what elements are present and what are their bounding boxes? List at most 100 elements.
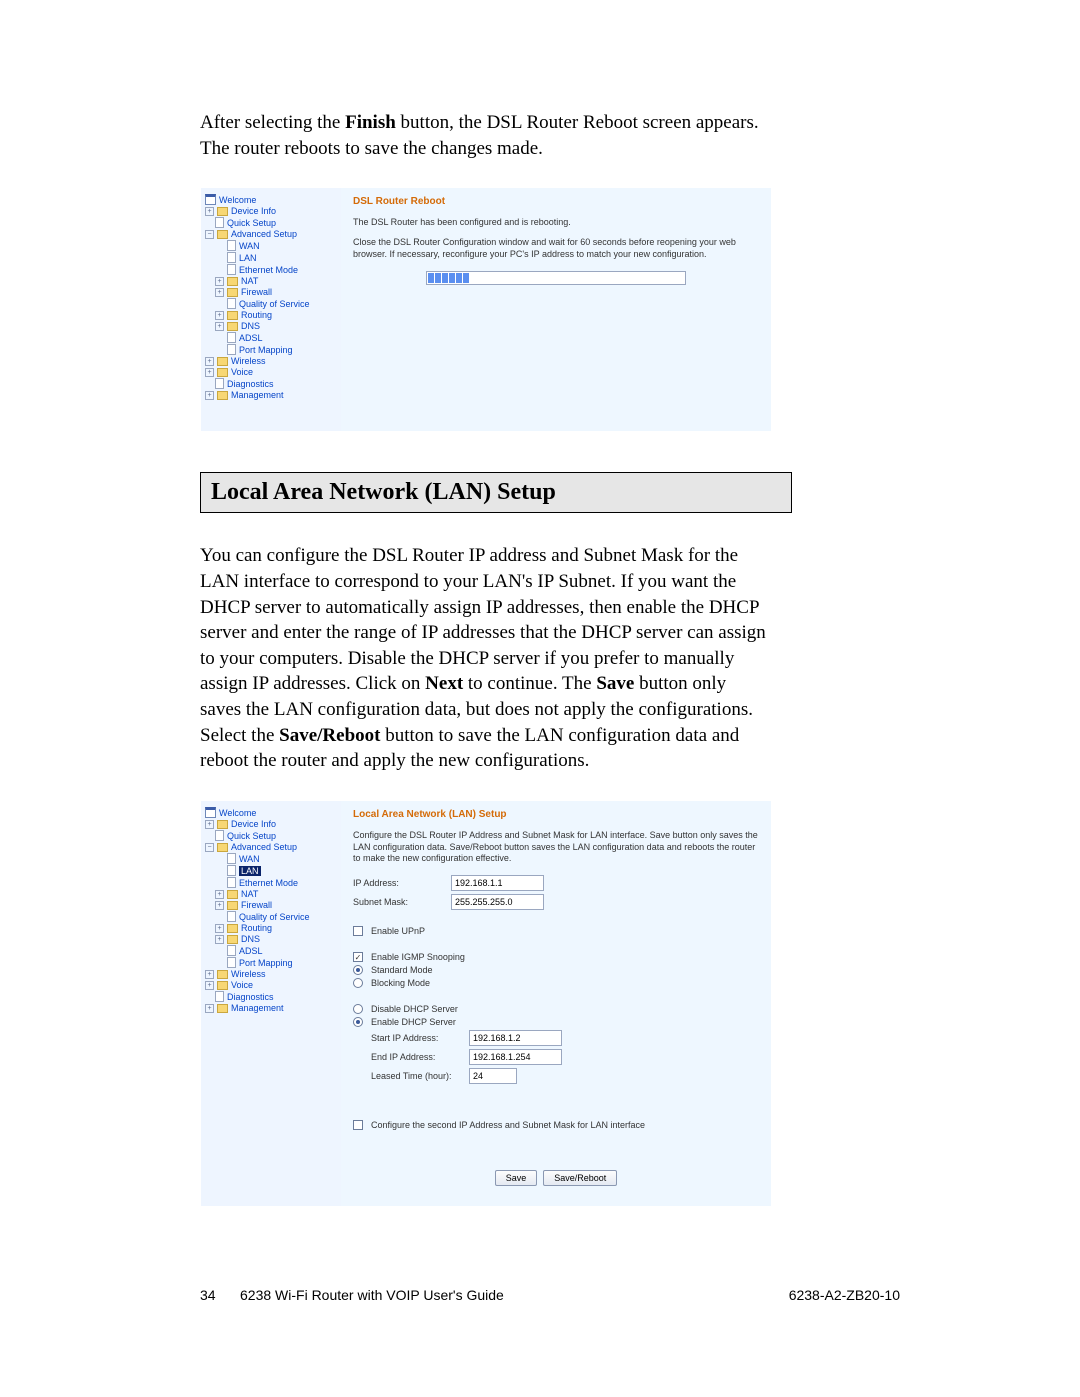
page-icon — [227, 298, 236, 309]
folder-icon — [217, 368, 228, 377]
page-icon — [227, 957, 236, 968]
nav-firewall[interactable]: Firewall — [241, 287, 272, 297]
page-footer: 34 6238 Wi-Fi Router with VOIP User's Gu… — [200, 1287, 900, 1303]
nav-qos[interactable]: Quality of Service — [239, 912, 310, 922]
folder-icon — [217, 230, 228, 239]
igmp-checkbox[interactable]: ✓ — [353, 952, 363, 962]
second-ip-checkbox[interactable] — [353, 1120, 363, 1130]
nav-routing[interactable]: Routing — [241, 310, 272, 320]
page-icon — [227, 332, 236, 343]
expand-icon[interactable]: + — [205, 970, 214, 979]
nav-lan[interactable]: LAN — [239, 253, 257, 263]
expand-icon[interactable]: + — [215, 322, 224, 331]
expand-icon[interactable]: + — [205, 357, 214, 366]
enable-dhcp-radio[interactable] — [353, 1017, 363, 1027]
page-icon — [227, 911, 236, 922]
nav-lan-selected[interactable]: LAN — [239, 866, 261, 876]
lease-time-input[interactable] — [469, 1068, 517, 1084]
save-reboot-button[interactable]: Save/Reboot — [543, 1170, 617, 1186]
nav-voice[interactable]: Voice — [231, 980, 253, 990]
nav-routing[interactable]: Routing — [241, 923, 272, 933]
nav-management[interactable]: Management — [231, 1003, 284, 1013]
intro-paragraph-2: You can configure the DSL Router IP addr… — [200, 543, 770, 774]
nav-advanced-setup[interactable]: Advanced Setup — [231, 229, 297, 239]
start-ip-input[interactable] — [469, 1030, 562, 1046]
subnet-mask-input[interactable] — [451, 894, 544, 910]
screenshot-lan-setup: Welcome + Device Info Quick Setup − Advanc… — [200, 800, 772, 1207]
save-reboot-bold: Save/Reboot — [279, 725, 380, 746]
folder-icon — [217, 207, 228, 216]
upnp-checkbox[interactable] — [353, 926, 363, 936]
standard-mode-radio[interactable] — [353, 965, 363, 975]
nav-wan[interactable]: WAN — [239, 854, 260, 864]
nav-quick-setup[interactable]: Quick Setup — [227, 831, 276, 841]
folder-icon — [227, 277, 238, 286]
nav-adsl[interactable]: ADSL — [239, 946, 263, 956]
page-icon — [215, 991, 224, 1002]
expand-icon[interactable]: + — [205, 368, 214, 377]
nav-welcome[interactable]: Welcome — [219, 808, 256, 818]
expand-icon[interactable]: + — [205, 981, 214, 990]
lease-time-label: Leased Time (hour): — [371, 1071, 461, 1081]
nav-diagnostics[interactable]: Diagnostics — [227, 379, 274, 389]
expand-icon[interactable]: + — [205, 207, 214, 216]
section-heading: Local Area Network (LAN) Setup — [211, 479, 781, 506]
nav-welcome[interactable]: Welcome — [219, 195, 256, 205]
nav-voice[interactable]: Voice — [231, 367, 253, 377]
upnp-label: Enable UPnP — [371, 926, 425, 936]
blocking-mode-radio[interactable] — [353, 978, 363, 988]
expand-icon[interactable]: + — [205, 1004, 214, 1013]
folder-icon — [217, 1004, 228, 1013]
folder-icon — [217, 970, 228, 979]
expand-icon[interactable]: + — [215, 901, 224, 910]
page-icon — [227, 865, 236, 876]
nav-dns[interactable]: DNS — [241, 321, 260, 331]
nav-nat[interactable]: NAT — [241, 276, 258, 286]
nav-wan[interactable]: WAN — [239, 241, 260, 251]
collapse-icon[interactable]: − — [205, 230, 214, 239]
reboot-msg-1: The DSL Router has been configured and i… — [353, 217, 759, 227]
nav-sidebar: Welcome + Device Info Quick Setup − Advanc… — [201, 801, 341, 1206]
nav-device-info[interactable]: Device Info — [231, 819, 276, 829]
nav-management[interactable]: Management — [231, 390, 284, 400]
expand-icon[interactable]: + — [215, 890, 224, 899]
nav-qos[interactable]: Quality of Service — [239, 299, 310, 309]
start-ip-label: Start IP Address: — [371, 1033, 461, 1043]
expand-icon[interactable]: + — [215, 288, 224, 297]
nav-diagnostics[interactable]: Diagnostics — [227, 992, 274, 1002]
nav-advanced-setup[interactable]: Advanced Setup — [231, 842, 297, 852]
disable-dhcp-radio[interactable] — [353, 1004, 363, 1014]
nav-nat[interactable]: NAT — [241, 889, 258, 899]
disable-dhcp-label: Disable DHCP Server — [371, 1004, 458, 1014]
nav-wireless[interactable]: Wireless — [231, 356, 266, 366]
ip-address-label: IP Address: — [353, 878, 443, 888]
ip-address-input[interactable] — [451, 875, 544, 891]
page-icon — [215, 378, 224, 389]
igmp-label: Enable IGMP Snooping — [371, 952, 465, 962]
second-ip-label: Configure the second IP Address and Subn… — [371, 1120, 645, 1130]
nav-ethernet-mode[interactable]: Ethernet Mode — [239, 878, 298, 888]
expand-icon[interactable]: + — [205, 820, 214, 829]
nav-device-info[interactable]: Device Info — [231, 206, 276, 216]
nav-port-mapping[interactable]: Port Mapping — [239, 958, 293, 968]
nav-quick-setup[interactable]: Quick Setup — [227, 218, 276, 228]
expand-icon[interactable]: + — [215, 277, 224, 286]
nav-wireless[interactable]: Wireless — [231, 969, 266, 979]
collapse-icon[interactable]: − — [205, 843, 214, 852]
end-ip-input[interactable] — [469, 1049, 562, 1065]
standard-mode-label: Standard Mode — [371, 965, 433, 975]
expand-icon[interactable]: + — [205, 391, 214, 400]
save-button[interactable]: Save — [495, 1170, 538, 1186]
nav-port-mapping[interactable]: Port Mapping — [239, 345, 293, 355]
folder-icon — [217, 391, 228, 400]
nav-adsl[interactable]: ADSL — [239, 333, 263, 343]
nav-dns[interactable]: DNS — [241, 934, 260, 944]
nav-sidebar: Welcome + Device Info Quick Setup − Advanc… — [201, 188, 341, 431]
expand-icon[interactable]: + — [215, 935, 224, 944]
nav-firewall[interactable]: Firewall — [241, 900, 272, 910]
expand-icon[interactable]: + — [215, 311, 224, 320]
intro-paragraph-1: After selecting the Finish button, the D… — [200, 110, 770, 161]
expand-icon[interactable]: + — [215, 924, 224, 933]
panel-title: Local Area Network (LAN) Setup — [353, 809, 759, 820]
nav-ethernet-mode[interactable]: Ethernet Mode — [239, 265, 298, 275]
